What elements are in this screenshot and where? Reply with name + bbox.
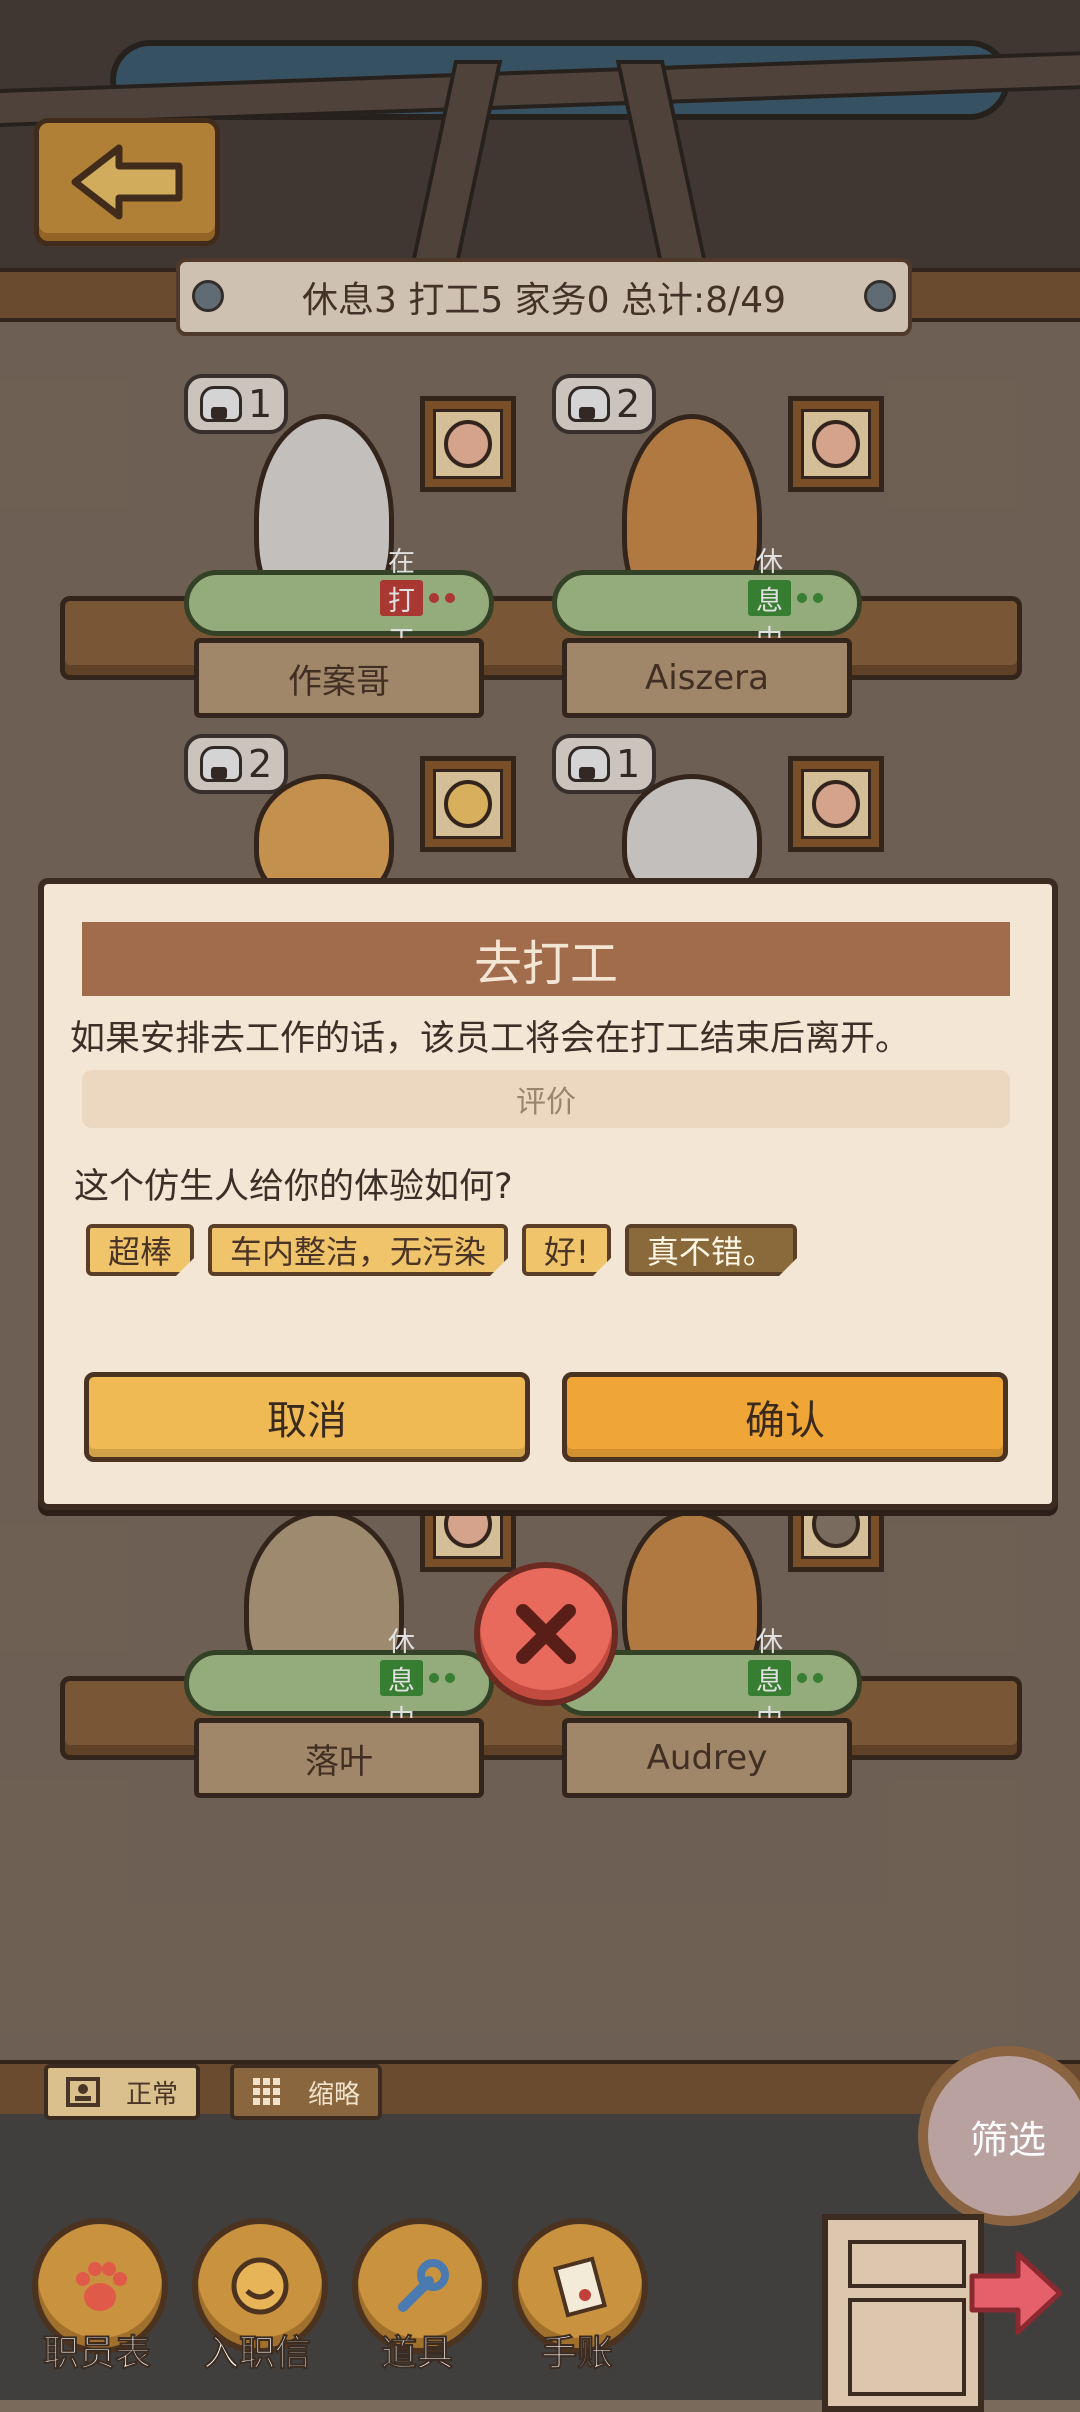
dialog-title: 去打工 [82, 922, 1010, 996]
nav-offer-letter[interactable]: 入职信 [192, 2218, 328, 2376]
close-icon [516, 1604, 576, 1664]
cabinet[interactable] [822, 2214, 984, 2412]
contact-card-icon [66, 2077, 100, 2107]
view-normal-toggle[interactable]: 正常 [44, 2064, 201, 2120]
nav-label: 职员表 [42, 2332, 152, 2375]
nav-label: 道具 [380, 2332, 454, 2375]
view-normal-label: 正常 [126, 2079, 179, 2110]
work-dialog: 去打工 如果安排去工作的话，该员工将会在打工结束后离开。 评价 这个仿生人给你的… [38, 878, 1058, 1510]
rating-label: 评价 [82, 1070, 1010, 1128]
nav-label: 入职信 [202, 2332, 312, 2375]
dialog-message: 如果安排去工作的话，该员工将会在打工结束后离开。 [70, 1019, 911, 1059]
rating-tag-selected[interactable]: 真不错。 [624, 1224, 797, 1276]
rating-tag[interactable]: 好! [522, 1224, 611, 1276]
cancel-button[interactable]: 取消 [84, 1372, 530, 1462]
rating-tag[interactable]: 超棒 [86, 1224, 195, 1276]
view-thumbnail-label: 缩略 [308, 2079, 361, 2110]
rating-tag[interactable]: 车内整洁，无污染 [208, 1224, 509, 1276]
filter-label: 筛选 [969, 2117, 1046, 2162]
nav-label: 手账 [540, 2332, 614, 2375]
cabinet-drawer [848, 2240, 966, 2288]
grid-icon [253, 2078, 280, 2105]
nav-staff-list[interactable]: 职员表 [32, 2218, 168, 2376]
close-button[interactable] [474, 1562, 618, 1706]
cabinet-door [848, 2298, 966, 2396]
nav-notebook[interactable]: 手账 [512, 2218, 648, 2376]
confirm-button[interactable]: 确认 [562, 1372, 1008, 1462]
rating-question: 这个仿生人给你的体验如何? [74, 1167, 513, 1207]
rating-tags: 超棒 车内整洁，无污染 好! 真不错。 [86, 1224, 797, 1276]
nav-items[interactable]: 道具 [352, 2218, 488, 2376]
view-thumbnail-toggle[interactable]: 缩略 [230, 2064, 383, 2120]
arrow-right-icon[interactable] [968, 2248, 1064, 2338]
